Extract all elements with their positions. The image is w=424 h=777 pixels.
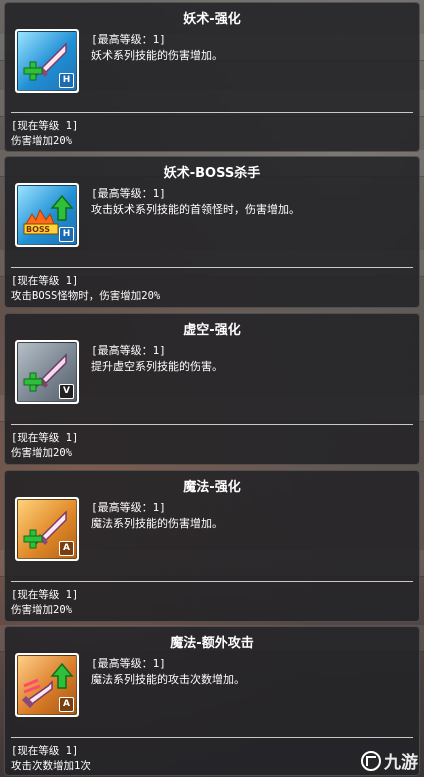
skill-tooltip: 魔法-强化 A [最高等级：1] 魔法系列技能的伤害增加。 [现在等级 1] 伤… <box>4 470 420 622</box>
watermark: 九游 <box>361 748 418 773</box>
current-level-block: [现在等级 1] 伤害增加20% <box>11 119 78 149</box>
sword-arrow-icon: A <box>17 655 77 715</box>
watermark-text: 九游 <box>384 753 418 773</box>
separator-line <box>11 267 413 268</box>
current-level-block: [现在等级 1] 攻击次数增加1次 <box>11 744 91 774</box>
skill-icon-box: V <box>15 340 79 404</box>
sword-plus-icon: A <box>17 499 77 559</box>
current-level-label: [现在等级 1] <box>11 432 79 444</box>
max-level-label: [最高等级：1] <box>91 657 166 670</box>
sword-plus-icon: V <box>17 342 77 402</box>
max-level-label: [最高等级：1] <box>91 33 166 46</box>
skill-effect: 伤害增加20% <box>11 135 72 147</box>
skill-title: 虚空-强化 <box>183 323 241 338</box>
skill-effect: 伤害增加20% <box>11 604 72 616</box>
separator-line <box>11 112 413 113</box>
skill-description-block: [最高等级：1] 魔法系列技能的攻击次数增加。 <box>91 656 245 688</box>
skill-effect: 攻击次数增加1次 <box>11 760 91 772</box>
skill-description: 提升虚空系列技能的伤害。 <box>91 360 223 373</box>
skill-icon-box: BOSS H <box>15 183 79 247</box>
skill-badge: A <box>59 697 74 712</box>
skill-description: 魔法系列技能的伤害增加。 <box>91 517 223 530</box>
current-level-block: [现在等级 1] 伤害增加20% <box>11 588 78 618</box>
max-level-label: [最高等级：1] <box>91 344 166 357</box>
skill-icon-box: H <box>15 29 79 93</box>
current-level-label: [现在等级 1] <box>11 589 79 601</box>
skill-description: 攻击妖术系列技能的首领怪时，伤害增加。 <box>91 203 300 216</box>
current-level-block: [现在等级 1] 伤害增加20% <box>11 431 78 461</box>
separator-line <box>11 424 413 425</box>
max-level-label: [最高等级：1] <box>91 501 166 514</box>
boss-arrow-icon: BOSS H <box>17 185 77 245</box>
sword-plus-icon: H <box>17 31 77 91</box>
skill-title: 魔法-强化 <box>183 480 241 495</box>
skill-badge: H <box>59 227 74 242</box>
current-level-label: [现在等级 1] <box>11 120 79 132</box>
skill-icon-box: A <box>15 497 79 561</box>
skill-effect: 伤害增加20% <box>11 447 72 459</box>
separator-line <box>11 581 413 582</box>
skill-badge: A <box>59 541 74 556</box>
skill-tooltip: 妖术-BOSS杀手 BOSS H [最高等级：1] 攻击妖术系列技能的首领怪时，… <box>4 156 420 308</box>
current-level-label: [现在等级 1] <box>11 745 79 757</box>
skill-tooltip: 魔法-额外攻击 A [最高等级：1] 魔法系列技能的攻击次数增加。 [现在等级 … <box>4 626 420 776</box>
skill-tooltip: 虚空-强化 V [最高等级：1] 提升虚空系列技能的伤害。 [现在等级 1] 伤… <box>4 313 420 465</box>
skill-description-block: [最高等级：1] 攻击妖术系列技能的首领怪时，伤害增加。 <box>91 186 300 218</box>
skill-effect: 攻击BOSS怪物时，伤害增加20% <box>11 290 161 302</box>
separator-line <box>11 737 413 738</box>
skill-description-block: [最高等级：1] 提升虚空系列技能的伤害。 <box>91 343 223 375</box>
boss-label: BOSS <box>26 225 51 234</box>
skill-description: 魔法系列技能的攻击次数增加。 <box>91 673 245 686</box>
max-level-label: [最高等级：1] <box>91 187 166 200</box>
skill-description-block: [最高等级：1] 妖术系列技能的伤害增加。 <box>91 32 223 64</box>
skill-badge: V <box>59 384 74 399</box>
skill-title: 魔法-额外攻击 <box>170 636 254 651</box>
current-level-block: [现在等级 1] 攻击BOSS怪物时，伤害增加20% <box>11 274 160 304</box>
skill-title: 妖术-BOSS杀手 <box>163 166 261 181</box>
skill-description: 妖术系列技能的伤害增加。 <box>91 49 223 62</box>
skill-title: 妖术-强化 <box>183 12 241 27</box>
current-level-label: [现在等级 1] <box>11 275 79 287</box>
skill-badge: H <box>59 73 74 88</box>
skill-icon-box: A <box>15 653 79 717</box>
skill-description-block: [最高等级：1] 魔法系列技能的伤害增加。 <box>91 500 223 532</box>
skill-tooltip: 妖术-强化 H [最高等级：1] 妖术系列技能的伤害增加。 [现在等级 1] 伤… <box>4 2 420 152</box>
jiuyou-logo-icon <box>361 750 381 771</box>
